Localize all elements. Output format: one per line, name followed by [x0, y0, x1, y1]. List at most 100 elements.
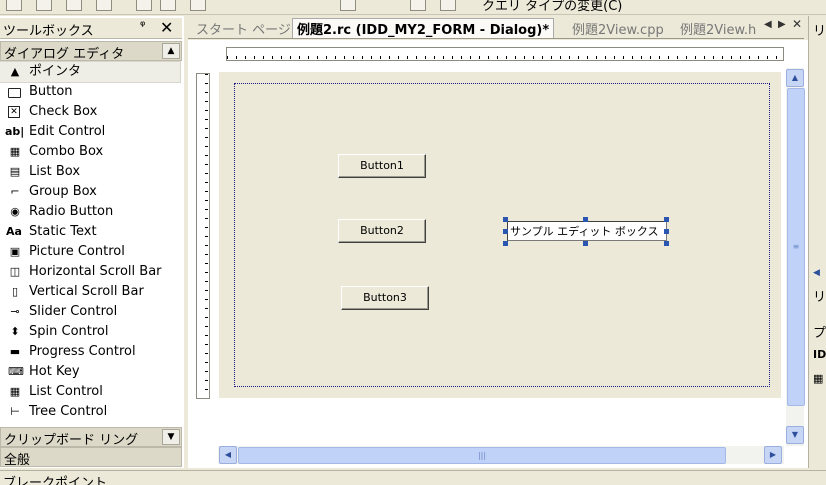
resize-handle[interactable]: [583, 217, 588, 222]
resize-handle[interactable]: [664, 241, 669, 246]
tool-item-hot-key[interactable]: ⌨ Hot Key: [0, 362, 184, 382]
right-side-panel: リ ◀ リ プ ID ▦: [808, 16, 826, 468]
toolbar-button-4[interactable]: [96, 0, 112, 11]
horizontal-ruler[interactable]: [226, 47, 784, 61]
scroll-up-icon[interactable]: ▲: [786, 69, 804, 87]
dialog-button-1[interactable]: Button1: [338, 154, 426, 178]
tool-item-vscroll-bar[interactable]: ▯ Vertical Scroll Bar: [0, 282, 184, 302]
close-icon[interactable]: ✕: [160, 18, 173, 37]
vertical-scrollbar[interactable]: ▲ ≡ ▼: [786, 68, 805, 446]
resize-handle[interactable]: [664, 229, 669, 234]
chevron-up-icon[interactable]: ▲: [162, 43, 180, 59]
right-panel-scroll-icon[interactable]: ◀: [813, 268, 820, 278]
tab-view-cpp[interactable]: 例題2View.cpp: [572, 19, 664, 38]
horizontal-scroll-thumb[interactable]: |||: [238, 447, 726, 464]
resize-handle[interactable]: [664, 217, 669, 222]
tool-item-list-control[interactable]: ▦ List Control: [0, 382, 184, 402]
sample-edit-box[interactable]: サンプル エディット ボックス: [507, 221, 667, 241]
hot-key-icon: ⌨: [8, 365, 24, 378]
pin-icon[interactable]: ᵠ: [140, 19, 145, 34]
toolbox-section-dialog-editor[interactable]: ダイアログ エディタ ▲: [0, 41, 182, 62]
tool-item-tree-control[interactable]: ⊢ Tree Control: [0, 402, 184, 422]
tab-resource-dialog[interactable]: 例題2.rc (IDD_MY2_FORM - Dialog)*: [292, 18, 555, 38]
tool-item-label: Slider Control: [29, 304, 118, 319]
chevron-down-icon[interactable]: ▼: [162, 429, 180, 445]
tool-item-label: Static Text: [29, 224, 97, 239]
dialog-form[interactable]: Button1 Button2 Button3 サンプル エディット ボックス: [234, 83, 770, 387]
tool-item-label: Hot Key: [29, 364, 80, 379]
resize-handle[interactable]: [503, 229, 508, 234]
tool-item-spin-control[interactable]: ⬍ Spin Control: [0, 322, 184, 342]
toolbar-button-8[interactable]: [340, 0, 356, 11]
vertical-ruler[interactable]: [196, 73, 210, 399]
scroll-down-icon[interactable]: ▼: [786, 426, 804, 444]
tool-item-label: Vertical Scroll Bar: [29, 284, 144, 299]
tab-view-h[interactable]: 例題2View.h: [680, 19, 756, 38]
toolbar-button-5[interactable]: [136, 0, 152, 11]
scroll-right-icon[interactable]: ▶: [764, 446, 782, 464]
tool-item-progress-control[interactable]: ▬ Progress Control: [0, 342, 184, 362]
tool-item-group-box[interactable]: ⌐ Group Box: [0, 182, 184, 202]
toolbar-button-1[interactable]: [6, 0, 22, 11]
toolbar-button-9[interactable]: [410, 0, 426, 11]
query-type-menu[interactable]: クエリ タイプの変更(C): [482, 0, 622, 14]
tool-item-label: Spin Control: [29, 324, 109, 339]
tool-item-label: Edit Control: [29, 124, 106, 139]
static-text-icon: Aa: [6, 225, 22, 238]
tool-list: ▲ ポインタ Button ✕ Check Box ab| Edit Control ▦ Com…: [0, 61, 184, 422]
toolbar-button-7[interactable]: [190, 0, 206, 11]
radio-button-icon: ◉: [10, 205, 20, 218]
right-panel-label: リ: [813, 24, 826, 39]
tool-item-edit-control[interactable]: ab| Edit Control: [0, 122, 184, 142]
tool-item-label: Radio Button: [29, 204, 114, 219]
tool-item-hscroll-bar[interactable]: ◫ Horizontal Scroll Bar: [0, 262, 184, 282]
tab-start-page[interactable]: スタート ページ: [196, 19, 291, 38]
scroll-left-icon[interactable]: ◀: [219, 446, 237, 464]
resize-handle[interactable]: [503, 241, 508, 246]
vertical-scroll-thumb[interactable]: ≡: [787, 88, 805, 406]
tool-item-button[interactable]: Button: [0, 82, 184, 102]
picture-control-icon: ▣: [9, 245, 21, 258]
toolbox-title-bar: ツールボックス ᵠ ✕: [0, 18, 182, 39]
tool-item-label: Combo Box: [29, 144, 104, 159]
toolbar-button-3[interactable]: [66, 0, 82, 11]
bottom-panel: ブレークポイント: [0, 470, 826, 485]
section-label: 全般: [4, 453, 31, 468]
tool-item-combo-box[interactable]: ▦ Combo Box: [0, 142, 184, 162]
tab-scroll-right-icon[interactable]: ▶: [778, 19, 786, 30]
properties-id-label: ID: [813, 348, 826, 361]
tool-item-label: Tree Control: [29, 404, 108, 419]
toolbox-section-clipboard[interactable]: クリップボード リング ▼: [0, 427, 182, 448]
tab-scroll-left-icon[interactable]: ◀: [764, 19, 772, 30]
tool-item-list-box[interactable]: ▤ List Box: [0, 162, 184, 182]
resize-handle[interactable]: [503, 217, 508, 222]
tool-item-picture-control[interactable]: ▣ Picture Control: [0, 242, 184, 262]
tool-item-pointer[interactable]: ▲ ポインタ: [0, 61, 181, 83]
dialog-button-2[interactable]: Button2: [338, 219, 426, 243]
dialog-button-3[interactable]: Button3: [341, 286, 429, 310]
right-panel-tab[interactable]: リ: [813, 286, 826, 305]
tool-item-slider-control[interactable]: ⊸ Slider Control: [0, 302, 184, 322]
check-box-icon: ✕: [8, 106, 20, 118]
tool-item-label: List Control: [29, 384, 103, 399]
horizontal-scrollbar[interactable]: ◀ ||| ▶: [218, 446, 784, 464]
slider-control-icon: ⊸: [10, 305, 20, 318]
hscroll-bar-icon: ◫: [9, 265, 21, 278]
toolbar-button-6[interactable]: [160, 0, 176, 11]
section-label: ダイアログ エディタ: [4, 47, 125, 62]
tool-item-check-box[interactable]: ✕ Check Box: [0, 102, 184, 122]
tool-item-radio-button[interactable]: ◉ Radio Button: [0, 202, 184, 222]
toolbox-panel: ツールボックス ᵠ ✕ ダイアログ エディタ ▲ ▲ ポインタ Button ✕ Che…: [0, 16, 184, 468]
toolbar-button-2[interactable]: [36, 0, 52, 11]
breakpoints-panel-title: ブレークポイント: [3, 476, 108, 485]
document-tab-bar: スタート ページ 例題2.rc (IDD_MY2_FORM - Dialog)*…: [188, 16, 804, 39]
toolbox-section-general[interactable]: 全般: [0, 447, 182, 468]
categorized-icon[interactable]: ▦: [813, 372, 823, 385]
tool-item-label: Picture Control: [29, 244, 125, 259]
close-tab-icon[interactable]: ✕: [792, 17, 802, 31]
resize-handle[interactable]: [583, 241, 588, 246]
toolbar-button-10[interactable]: [440, 0, 456, 11]
progress-control-icon: ▬: [9, 345, 21, 358]
toolbox-title: ツールボックス: [3, 24, 94, 39]
tool-item-static-text[interactable]: Aa Static Text: [0, 222, 184, 242]
